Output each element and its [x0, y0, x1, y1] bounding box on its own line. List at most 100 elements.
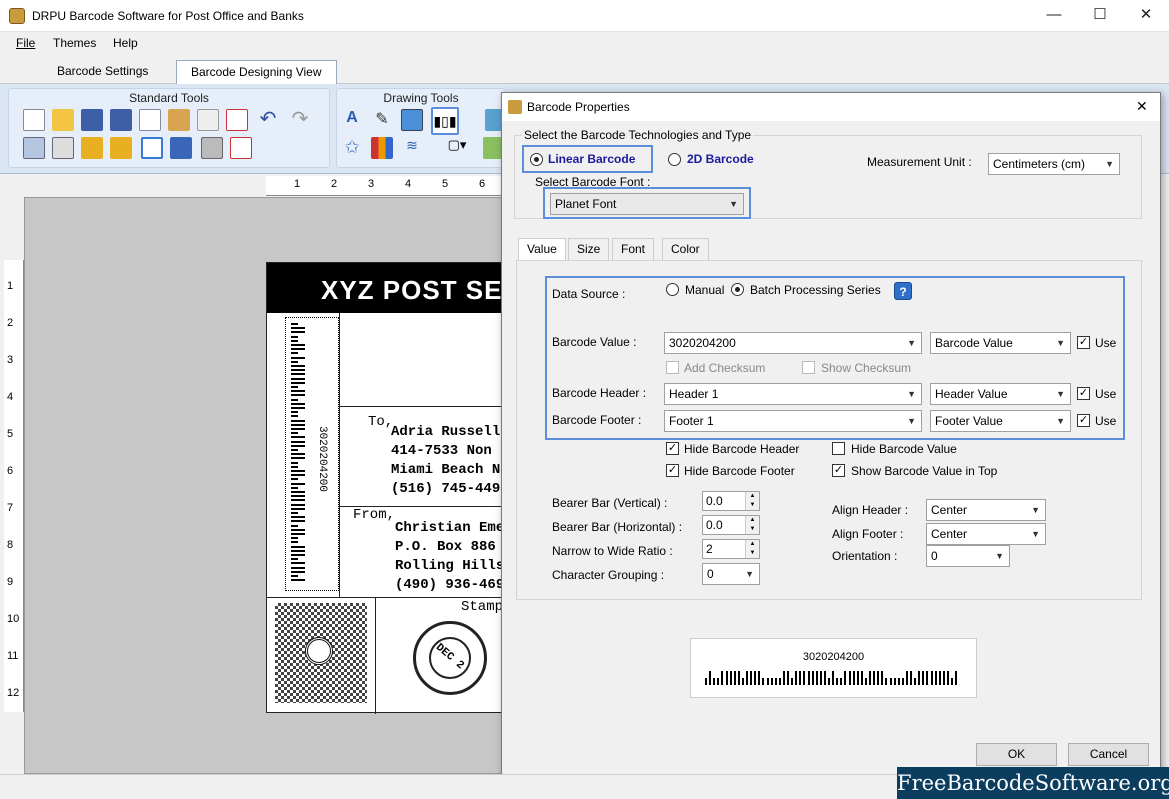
- barcode-bar: [946, 671, 949, 685]
- pen-icon[interactable]: ✎: [371, 109, 393, 131]
- send-backward-icon[interactable]: [52, 137, 74, 159]
- image-icon[interactable]: [401, 109, 423, 131]
- close-button[interactable]: ✕: [1123, 0, 1169, 32]
- tab-color[interactable]: Color: [662, 238, 709, 260]
- spinner-arrows-icon[interactable]: ▲ ▼: [745, 540, 759, 558]
- watermark-icon[interactable]: ≋: [401, 137, 423, 159]
- show-checksum-checkbox[interactable]: [802, 361, 815, 374]
- batch-processing-radio[interactable]: [731, 283, 744, 296]
- bring-forward-icon[interactable]: [23, 137, 45, 159]
- ruler-tick: 2: [331, 178, 338, 190]
- text-icon[interactable]: A: [341, 109, 363, 131]
- footer-source-select[interactable]: Footer Value ▼: [930, 410, 1071, 432]
- twod-barcode-label[interactable]: 2D Barcode: [687, 152, 754, 166]
- lock-icon[interactable]: [81, 137, 103, 159]
- ratio-input[interactable]: 2 ▲ ▼: [702, 539, 760, 559]
- preview-barcode-bars: [705, 671, 963, 687]
- tab-font[interactable]: Font: [612, 238, 655, 260]
- tab-size[interactable]: Size: [568, 238, 610, 260]
- spinner-arrows-icon[interactable]: ▲ ▼: [745, 516, 759, 534]
- ruler-tick: 8: [7, 539, 14, 551]
- header-source-select[interactable]: Header Value ▼: [930, 383, 1071, 405]
- barcode-bar: [901, 678, 904, 685]
- minimize-button[interactable]: —: [1031, 0, 1077, 32]
- footer-use-label: Use: [1095, 414, 1117, 428]
- linear-barcode-label[interactable]: Linear Barcode: [548, 152, 635, 166]
- hide-value-checkbox[interactable]: [832, 442, 845, 455]
- bearer-vertical-input[interactable]: 0.0 ▲ ▼: [702, 491, 760, 511]
- help-icon[interactable]: ?: [894, 282, 912, 300]
- print-icon[interactable]: [201, 137, 223, 159]
- header-use-checkbox[interactable]: ✓: [1077, 387, 1090, 400]
- twod-barcode-radio[interactable]: [668, 153, 681, 166]
- show-value-top-checkbox[interactable]: ✓: [832, 464, 845, 477]
- tab-barcode-designing-view[interactable]: Barcode Designing View: [176, 60, 337, 84]
- cancel-button[interactable]: Cancel: [1068, 743, 1149, 766]
- barcode-footer-select[interactable]: Footer 1 ▼: [664, 410, 922, 432]
- copy-icon[interactable]: [139, 109, 161, 131]
- open-icon[interactable]: [52, 109, 74, 131]
- ruler-tick: 6: [7, 465, 14, 477]
- align-header-value: Center: [931, 503, 968, 517]
- ok-button[interactable]: OK: [976, 743, 1057, 766]
- ruler-tick: 5: [7, 428, 14, 440]
- chevron-down-icon: ▼: [1105, 159, 1114, 169]
- hide-footer-checkbox[interactable]: ✓: [666, 464, 679, 477]
- barcode-bar: [922, 671, 925, 685]
- save-icon[interactable]: [81, 109, 103, 131]
- new-icon[interactable]: [23, 109, 45, 131]
- grid-icon[interactable]: [141, 137, 163, 159]
- export-icon[interactable]: [230, 137, 252, 159]
- dialog-icon: [508, 100, 522, 114]
- preview-value-text: 3020204200: [802, 651, 865, 663]
- delete-icon[interactable]: [226, 109, 248, 131]
- menu-themes[interactable]: Themes: [53, 36, 96, 50]
- dialog-close-button[interactable]: ✕: [1136, 98, 1148, 115]
- manual-radio[interactable]: [666, 283, 679, 296]
- tab-barcode-settings[interactable]: Barcode Settings: [43, 60, 162, 84]
- barcode-bar: [737, 671, 740, 685]
- redo-icon[interactable]: ↷: [289, 109, 311, 131]
- barcode-bar: [799, 671, 802, 685]
- grouping-select[interactable]: 0 ▼: [702, 563, 760, 585]
- barcode-value-select[interactable]: 3020204200 ▼: [664, 332, 922, 354]
- add-checksum-checkbox[interactable]: [666, 361, 679, 374]
- title-bar: DRPU Barcode Software for Post Office an…: [0, 0, 1169, 32]
- menu-file[interactable]: File: [16, 36, 35, 50]
- barcode-header-select[interactable]: Header 1 ▼: [664, 383, 922, 405]
- barcode-font-select[interactable]: Planet Font ▼: [550, 193, 744, 215]
- measurement-unit-select[interactable]: Centimeters (cm) ▼: [988, 153, 1120, 175]
- orientation-select[interactable]: 0 ▼: [926, 545, 1010, 567]
- shape-dropdown-icon[interactable]: ▢▾: [441, 137, 473, 159]
- menu-help[interactable]: Help: [113, 36, 138, 50]
- dialog-title: Barcode Properties: [527, 100, 630, 114]
- barcode-bar: [856, 671, 859, 685]
- manual-label[interactable]: Manual: [685, 283, 724, 297]
- barcode-bar: [897, 678, 900, 685]
- spinner-arrows-icon[interactable]: ▲ ▼: [745, 492, 759, 510]
- align-header-select[interactable]: Center ▼: [926, 499, 1046, 521]
- label-canvas[interactable]: XYZ POST SE 3020204200 To, Adria Russell…: [266, 262, 509, 714]
- save-as-icon[interactable]: [110, 109, 132, 131]
- shape-star-icon[interactable]: ✩: [341, 137, 363, 159]
- barcode-bar: [758, 671, 761, 685]
- unlock-icon[interactable]: [110, 137, 132, 159]
- barcode-tool-icon[interactable]: ▮▯▮: [431, 107, 459, 135]
- vertical-ruler: 1 2 3 4 5 6 7 8 9 10 11 12: [4, 260, 24, 712]
- batch-processing-label[interactable]: Batch Processing Series: [750, 283, 881, 297]
- maximize-button[interactable]: ☐: [1077, 0, 1123, 32]
- hide-header-checkbox[interactable]: ✓: [666, 442, 679, 455]
- undo-icon[interactable]: ↶: [257, 109, 279, 131]
- linear-barcode-radio[interactable]: [530, 153, 543, 166]
- barcode-value-use-checkbox[interactable]: ✓: [1077, 336, 1090, 349]
- library-icon[interactable]: [371, 137, 393, 159]
- cut-icon[interactable]: [197, 109, 219, 131]
- tab-value[interactable]: Value: [518, 238, 566, 261]
- barcode-value-source-select[interactable]: Barcode Value ▼: [930, 332, 1071, 354]
- bearer-horizontal-input[interactable]: 0.0 ▲ ▼: [702, 515, 760, 535]
- footer-use-checkbox[interactable]: ✓: [1077, 414, 1090, 427]
- paste-icon[interactable]: [168, 109, 190, 131]
- align-footer-select[interactable]: Center ▼: [926, 523, 1046, 545]
- print-preview-icon[interactable]: [170, 137, 192, 159]
- barcode-preview: 3020204200: [690, 638, 977, 698]
